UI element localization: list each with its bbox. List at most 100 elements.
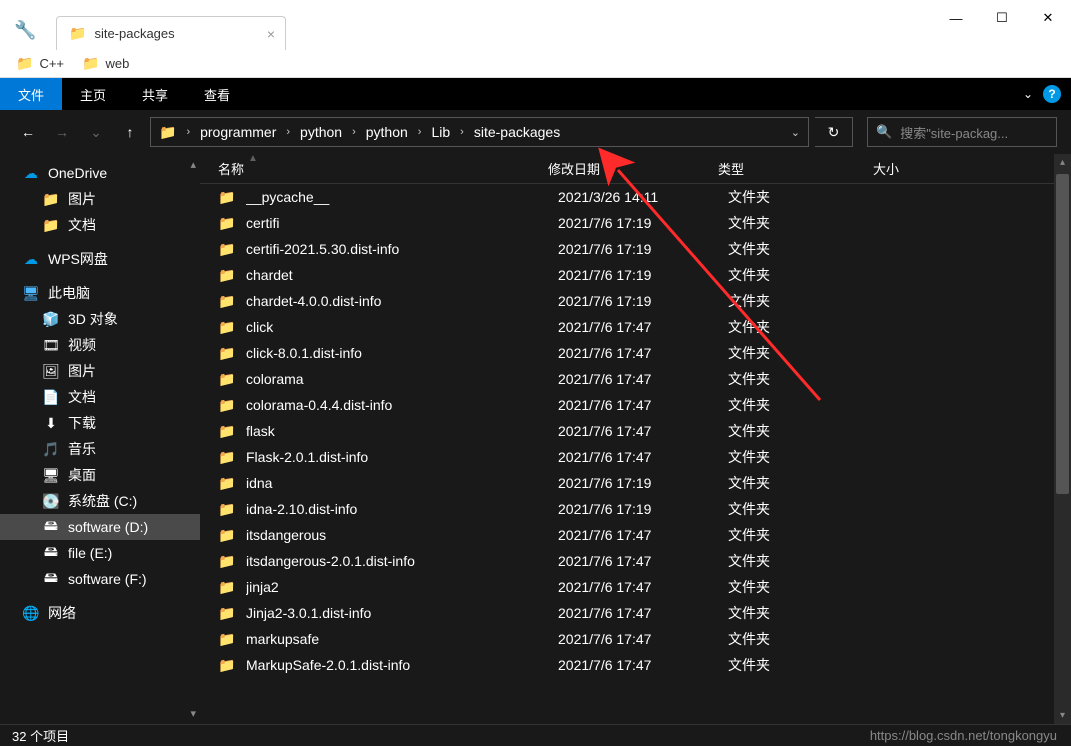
chevron-right-icon: ›: [350, 126, 358, 138]
folder-icon: 📁: [218, 657, 236, 674]
sidebar-item[interactable]: 🖴file (E:): [0, 540, 200, 566]
help-icon[interactable]: ?: [1043, 85, 1061, 103]
file-row[interactable]: 📁colorama-0.4.4.dist-info2021/7/6 17:47文…: [200, 392, 1071, 418]
sidebar-label: WPS网盘: [48, 249, 108, 269]
file-row[interactable]: 📁chardet2021/7/6 17:19文件夹: [200, 262, 1071, 288]
sidebar-item[interactable]: 🎞视频: [0, 332, 200, 358]
sidebar-network[interactable]: 🌐 网络: [0, 600, 200, 626]
sidebar-item[interactable]: 📁 图片: [0, 186, 200, 212]
ribbon-tab-share[interactable]: 共享: [124, 78, 186, 110]
sidebar-label: 文档: [68, 387, 96, 407]
sidebar-item[interactable]: 🖴software (F:): [0, 566, 200, 592]
file-row[interactable]: 📁colorama2021/7/6 17:47文件夹: [200, 366, 1071, 392]
scrollbar-thumb[interactable]: [1056, 174, 1069, 494]
sidebar-item[interactable]: 📄文档: [0, 384, 200, 410]
crumb[interactable]: Lib: [427, 124, 454, 140]
crumb[interactable]: python: [296, 124, 346, 140]
file-row[interactable]: 📁certifi2021/7/6 17:19文件夹: [200, 210, 1071, 236]
file-row[interactable]: 📁idna2021/7/6 17:19文件夹: [200, 470, 1071, 496]
file-row[interactable]: 📁certifi-2021.5.30.dist-info2021/7/6 17:…: [200, 236, 1071, 262]
file-row[interactable]: 📁itsdangerous2021/7/6 17:47文件夹: [200, 522, 1071, 548]
file-row[interactable]: 📁Jinja2-3.0.1.dist-info2021/7/6 17:47文件夹: [200, 600, 1071, 626]
folder-icon: 📁: [218, 423, 236, 440]
file-date: 2021/7/6 17:47: [558, 553, 728, 569]
nav-back-button[interactable]: ←: [14, 118, 42, 146]
file-row[interactable]: 📁click-8.0.1.dist-info2021/7/6 17:47文件夹: [200, 340, 1071, 366]
file-name: colorama: [246, 371, 558, 387]
file-name: click: [246, 319, 558, 335]
sidebar-item[interactable]: 🖥桌面: [0, 462, 200, 488]
file-type: 文件夹: [728, 629, 883, 649]
col-header-size[interactable]: 大小: [873, 159, 993, 178]
item-icon: 🖴: [42, 541, 60, 565]
file-row[interactable]: 📁MarkupSafe-2.0.1.dist-info2021/7/6 17:4…: [200, 652, 1071, 678]
crumb[interactable]: programmer: [196, 124, 280, 140]
file-row[interactable]: 📁click2021/7/6 17:47文件夹: [200, 314, 1071, 340]
col-header-name[interactable]: 名称 ▲: [218, 159, 548, 178]
scroll-up-icon[interactable]: ▴: [190, 158, 196, 171]
file-name: chardet: [246, 267, 558, 283]
maximize-button[interactable]: ☐: [979, 2, 1025, 34]
sidebar-label: 视频: [68, 335, 96, 355]
file-name: flask: [246, 423, 558, 439]
sidebar-onedrive[interactable]: ☁ OneDrive: [0, 160, 200, 186]
sidebar-wps[interactable]: ☁ WPS网盘: [0, 246, 200, 272]
nav-recent-icon[interactable]: ⌄: [82, 118, 110, 146]
scroll-down-icon[interactable]: ▾: [190, 707, 196, 720]
refresh-button[interactable]: ↻: [815, 117, 853, 147]
nav-forward-button[interactable]: →: [48, 118, 76, 146]
folder-icon: 📁: [218, 345, 236, 362]
sidebar-label: software (F:): [68, 571, 147, 587]
crumb[interactable]: python: [362, 124, 412, 140]
sidebar-item[interactable]: 🖼图片: [0, 358, 200, 384]
file-row[interactable]: 📁idna-2.10.dist-info2021/7/6 17:19文件夹: [200, 496, 1071, 522]
file-row[interactable]: 📁__pycache__2021/3/26 14:11文件夹: [200, 184, 1071, 210]
minimize-button[interactable]: —: [933, 2, 979, 34]
file-row[interactable]: 📁flask2021/7/6 17:47文件夹: [200, 418, 1071, 444]
file-date: 2021/7/6 17:19: [558, 241, 728, 257]
col-header-type[interactable]: 类型: [718, 159, 873, 178]
sidebar-item[interactable]: 🎵音乐: [0, 436, 200, 462]
crumb[interactable]: site-packages: [470, 124, 564, 140]
sidebar-item[interactable]: 📁 文档: [0, 212, 200, 238]
titlebar: 🔧 📁 site-packages × — ☐ ✕: [0, 0, 1071, 50]
window-controls: — ☐ ✕: [933, 2, 1071, 34]
folder-icon: 📁: [218, 553, 236, 570]
sidebar-item[interactable]: 🖴software (D:): [0, 514, 200, 540]
network-icon: 🌐: [22, 605, 40, 622]
search-input[interactable]: 🔍 搜索"site-packag...: [867, 117, 1057, 147]
close-button[interactable]: ✕: [1025, 2, 1071, 34]
file-row[interactable]: 📁chardet-4.0.0.dist-info2021/7/6 17:19文件…: [200, 288, 1071, 314]
scroll-down-icon[interactable]: ▾: [1054, 707, 1071, 724]
file-date: 2021/7/6 17:47: [558, 345, 728, 361]
ribbon-tab-file[interactable]: 文件: [0, 78, 62, 110]
sidebar-item[interactable]: 🧊3D 对象: [0, 306, 200, 332]
address-dropdown-icon[interactable]: ⌄: [791, 126, 800, 139]
file-name: Flask-2.0.1.dist-info: [246, 449, 558, 465]
file-name: MarkupSafe-2.0.1.dist-info: [246, 657, 558, 673]
file-type: 文件夹: [728, 655, 883, 675]
ribbon-tab-view[interactable]: 查看: [186, 78, 248, 110]
col-header-date[interactable]: 修改日期: [548, 159, 718, 178]
sidebar-thispc[interactable]: 🖥 此电脑: [0, 280, 200, 306]
bookmark-item[interactable]: 📁 C++: [16, 55, 64, 72]
chevron-right-icon: ›: [458, 126, 466, 138]
sidebar-item[interactable]: 💽系统盘 (C:): [0, 488, 200, 514]
browser-tab[interactable]: 📁 site-packages ×: [56, 16, 286, 50]
file-row[interactable]: 📁jinja22021/7/6 17:47文件夹: [200, 574, 1071, 600]
nav-up-button[interactable]: ↑: [116, 118, 144, 146]
address-bar[interactable]: 📁 › programmer › python › python › Lib ›…: [150, 117, 809, 147]
tab-close-icon[interactable]: ×: [267, 26, 275, 42]
vertical-scrollbar[interactable]: ▴ ▾: [1054, 154, 1071, 724]
scroll-up-icon[interactable]: ▴: [1054, 154, 1071, 171]
file-row[interactable]: 📁itsdangerous-2.0.1.dist-info2021/7/6 17…: [200, 548, 1071, 574]
sidebar-item[interactable]: ⬇下载: [0, 410, 200, 436]
file-date: 2021/7/6 17:19: [558, 267, 728, 283]
bookmark-item[interactable]: 📁 web: [82, 55, 129, 72]
file-row[interactable]: 📁markupsafe2021/7/6 17:47文件夹: [200, 626, 1071, 652]
folder-icon: 📁: [218, 215, 236, 232]
item-icon: 🎵: [42, 441, 60, 458]
ribbon-collapse-icon[interactable]: ⌄: [1023, 87, 1033, 101]
ribbon-tab-home[interactable]: 主页: [62, 78, 124, 110]
file-row[interactable]: 📁Flask-2.0.1.dist-info2021/7/6 17:47文件夹: [200, 444, 1071, 470]
